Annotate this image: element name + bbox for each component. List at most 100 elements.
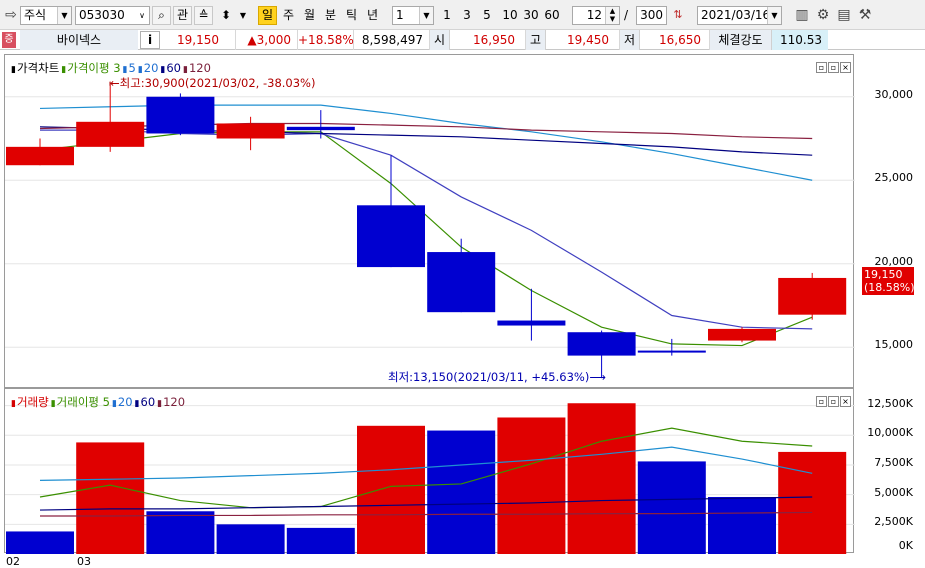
search-button[interactable]: ⌕ xyxy=(152,6,171,25)
open-price: 16,950 xyxy=(450,30,526,50)
unit-value: 1 xyxy=(396,8,404,22)
watchlist-button[interactable]: 관 xyxy=(173,6,192,25)
code-input[interactable]: 053030 ∨ xyxy=(75,6,150,25)
volume-bar xyxy=(567,403,636,554)
legend-label: 20 xyxy=(117,395,133,409)
volume-bar xyxy=(286,527,355,554)
close-icon[interactable]: × xyxy=(840,396,851,407)
volume-bar xyxy=(708,497,776,554)
legend-marker: ▮ xyxy=(11,65,16,75)
period-button[interactable]: 일 xyxy=(258,6,277,25)
save-icon[interactable]: ▤ xyxy=(835,6,853,24)
legend-item: ▮20 xyxy=(138,61,160,75)
period-button[interactable]: 년 xyxy=(363,6,382,25)
candle-body xyxy=(357,205,425,268)
legend-marker: ▮ xyxy=(157,399,163,409)
search-icon: ⌕ xyxy=(158,8,165,22)
chevron-down-icon[interactable]: ▼ xyxy=(767,7,781,24)
maximize-icon[interactable]: ▫ xyxy=(828,62,839,73)
code-value: 053030 xyxy=(79,8,125,22)
quick-unit-button[interactable]: 30 xyxy=(521,6,541,25)
ma-line-5 xyxy=(40,129,813,330)
quick-unit-button[interactable]: 3 xyxy=(459,6,475,25)
info-icon[interactable]: i xyxy=(140,31,160,49)
quick-unit-button[interactable]: 1 xyxy=(439,6,455,25)
price-chart-panel[interactable]: ▮가격차트 ▮가격이평 3 ▮5 ▮20 ▮60 ▮120 ▫ ▫ × xyxy=(4,54,855,388)
legend-label: 60 xyxy=(166,61,181,75)
strength-label: 체결강도 xyxy=(710,30,772,50)
legend-label: 5 xyxy=(128,61,136,75)
period-button[interactable]: 주 xyxy=(279,6,298,25)
volume-bar xyxy=(427,430,496,554)
count-max-value: 300 xyxy=(640,8,663,22)
legend-marker: ▮ xyxy=(134,399,140,409)
legend-marker: ▮ xyxy=(111,399,117,409)
market-select[interactable]: 주식 ▼ xyxy=(20,6,72,25)
volume-bar xyxy=(76,442,145,554)
legend-item: ▮20 xyxy=(112,395,134,409)
chevron-down-icon[interactable]: ▼ xyxy=(419,7,433,24)
volume-bar xyxy=(637,461,706,554)
volume-chart-panel[interactable]: ▮거래량 ▮거래이평 5 ▮20 ▮60 ▮120 ▫ ▫ × xyxy=(4,388,855,554)
scroll-icon[interactable]: ⇅ xyxy=(669,6,687,24)
last-price-tag: 19,150 (18.58%) xyxy=(862,267,915,295)
ma-line-3 xyxy=(39,131,813,347)
volume-chart-canvas xyxy=(5,403,855,554)
legend-label: 가격이평 3 xyxy=(67,61,121,75)
candle-body xyxy=(427,252,496,313)
period-button[interactable]: 틱 xyxy=(342,6,361,25)
strength-value: 110.53 xyxy=(772,30,828,50)
chevron-down-icon[interactable]: ∨ xyxy=(135,7,149,24)
unit-select[interactable]: 1 ▼ xyxy=(392,6,434,25)
period-button[interactable]: 월 xyxy=(300,6,319,25)
recent-button[interactable]: ≙ xyxy=(194,6,213,25)
minimize-icon[interactable]: ▫ xyxy=(816,62,827,73)
high-annotation: ←최고:30,900(2021/03/02, -38.03%) xyxy=(110,76,316,90)
volume-value: 8,598,497 xyxy=(354,30,430,50)
arrow-menu-icon[interactable]: ⇨ xyxy=(2,6,20,24)
volume-bar xyxy=(497,417,566,554)
volume-legend: ▮거래량 ▮거래이평 5 ▮20 ▮60 ▮120 xyxy=(11,394,187,410)
quick-unit-button[interactable]: 10 xyxy=(500,6,520,25)
low-annotation: 최저:13,150(2021/03/11, +45.63%)⟶ xyxy=(388,370,606,384)
up-down-spinner[interactable]: ⬍ xyxy=(216,6,236,25)
period-button[interactable]: 분 xyxy=(321,6,340,25)
y-axis-label: 15,000 xyxy=(874,338,914,352)
legend-marker: ▮ xyxy=(183,65,188,75)
quick-unit-button[interactable]: 5 xyxy=(479,6,495,25)
legend-item: ▮5 xyxy=(123,61,137,75)
gear-icon[interactable]: ⚙ xyxy=(814,6,832,24)
chart-settings-icon[interactable]: ▥ xyxy=(793,6,811,24)
tools-icon[interactable]: ⚒ xyxy=(856,6,874,24)
count-value: 12 xyxy=(586,8,602,22)
legend-marker: ▮ xyxy=(61,65,67,75)
x-axis-label: 03 xyxy=(77,555,91,568)
high-label: 고 xyxy=(526,30,546,50)
chevron-down-icon[interactable]: ▼ xyxy=(57,7,71,24)
legend-marker: ▮ xyxy=(137,65,143,75)
maximize-icon[interactable]: ▫ xyxy=(828,396,839,407)
quick-unit-button[interactable]: 60 xyxy=(542,6,562,25)
legend-marker: ▮ xyxy=(11,399,16,409)
more-button[interactable]: ▼ xyxy=(237,6,249,25)
count-spinner-icon[interactable]: ▲ ▼ xyxy=(605,7,619,24)
legend-label: 가격차트 xyxy=(16,61,60,75)
caret-down-icon: ▼ xyxy=(239,11,247,20)
volume-bar xyxy=(6,531,74,554)
legend-item: ▮60 xyxy=(160,61,182,75)
stock-name: 바이넥스 xyxy=(20,30,138,50)
legend-item: ▮거래이평 5 xyxy=(51,395,111,409)
date-picker[interactable]: 2021/03/16 ▼ xyxy=(697,6,782,25)
count-max-input[interactable]: 300 xyxy=(636,6,667,25)
count-input[interactable]: 12 ▲ ▼ xyxy=(572,6,620,25)
legend-item: ▮120 xyxy=(183,61,212,75)
volume-bar xyxy=(146,511,215,554)
price-change: ▲3,000 xyxy=(236,30,298,50)
volume-bar xyxy=(778,451,847,554)
candle-body xyxy=(6,146,74,166)
close-icon[interactable]: × xyxy=(840,62,851,73)
panel-buttons: ▫ ▫ × xyxy=(815,59,851,73)
minimize-icon[interactable]: ▫ xyxy=(816,396,827,407)
recent-icon: ≙ xyxy=(198,8,209,22)
high-price: 19,450 xyxy=(546,30,620,50)
